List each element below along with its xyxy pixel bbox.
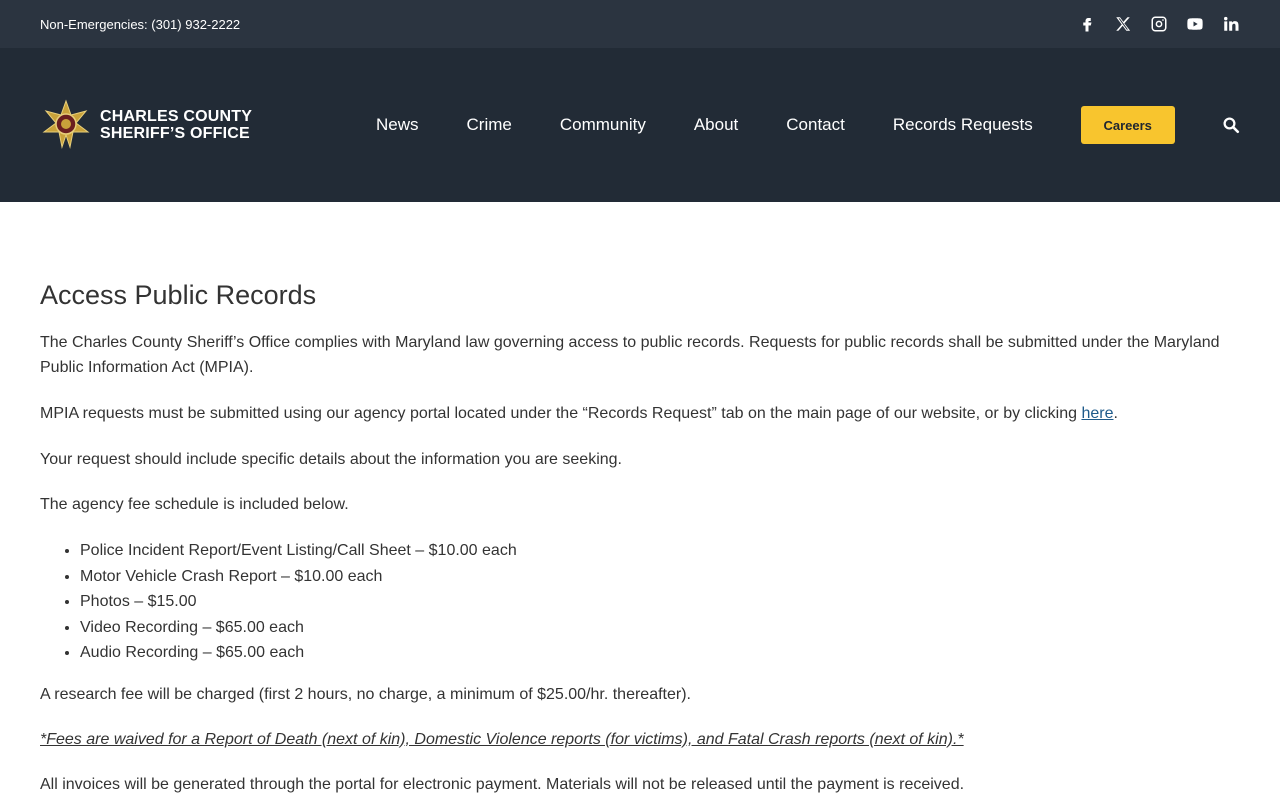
invoice-paragraph: All invoices will be generated through t… xyxy=(40,775,965,793)
list-item: Motor Vehicle Crash Report – $10.00 each xyxy=(80,564,1240,590)
logo-line-1: CHARLES COUNTY xyxy=(100,108,253,125)
main-nav: News Crime Community About Contact Recor… xyxy=(376,106,1240,144)
list-item: Video Recording – $65.00 each xyxy=(80,615,1240,641)
sheriff-logo[interactable]: CHARLES COUNTY SHERIFF’S OFFICE xyxy=(40,99,276,151)
list-item: Photos – $15.00 xyxy=(80,589,1240,615)
search-icon[interactable] xyxy=(1222,116,1240,134)
facebook-icon[interactable] xyxy=(1078,15,1096,33)
fee-waiver-note: *Fees are waived for a Report of Death (… xyxy=(40,730,964,748)
fee-list: Police Incident Report/Event Listing/Cal… xyxy=(40,538,1240,666)
intro-paragraph: The Charles County Sheriff’s Office comp… xyxy=(40,334,1220,376)
logo-text: CHARLES COUNTY SHERIFF’S OFFICE xyxy=(100,108,252,142)
list-item: Police Incident Report/Event Listing/Cal… xyxy=(80,538,1240,564)
youtube-icon[interactable] xyxy=(1186,15,1204,33)
list-item: Audio Recording – $65.00 each xyxy=(80,640,1240,666)
non-emergency-phone[interactable]: Non-Emergencies: (301) 932-2222 xyxy=(40,17,240,32)
mpia-paragraph: MPIA requests must be submitted using ou… xyxy=(40,401,1240,426)
details-paragraph: Your request should include specific det… xyxy=(40,451,622,468)
sheriff-star-icon xyxy=(42,99,90,149)
x-icon[interactable] xyxy=(1114,15,1132,33)
nav-records-requests[interactable]: Records Requests xyxy=(893,115,1033,135)
top-bar: Non-Emergencies: (301) 932-2222 xyxy=(0,0,1280,48)
research-fee-paragraph: A research fee will be charged (first 2 … xyxy=(40,685,691,703)
nav-news[interactable]: News xyxy=(376,115,419,135)
social-links xyxy=(1078,15,1240,33)
main-content: Access Public Records The Charles County… xyxy=(0,278,1280,797)
nav-contact[interactable]: Contact xyxy=(786,115,845,135)
nav-community[interactable]: Community xyxy=(560,115,646,135)
nav-about[interactable]: About xyxy=(694,115,738,135)
logo-line-2: SHERIFF’S OFFICE xyxy=(100,125,250,142)
mpia-text: MPIA requests must be submitted using ou… xyxy=(40,405,1082,422)
here-link[interactable]: here xyxy=(1081,405,1113,422)
instagram-icon[interactable] xyxy=(1150,15,1168,33)
linkedin-icon[interactable] xyxy=(1222,15,1240,33)
fee-intro-paragraph: The agency fee schedule is included belo… xyxy=(40,496,349,513)
nav-crime[interactable]: Crime xyxy=(467,115,512,135)
site-header: CHARLES COUNTY SHERIFF’S OFFICE News Cri… xyxy=(0,48,1280,202)
careers-button[interactable]: Careers xyxy=(1080,106,1175,144)
page-title: Access Public Records xyxy=(40,280,317,310)
mpia-text-end: . xyxy=(1113,405,1118,422)
